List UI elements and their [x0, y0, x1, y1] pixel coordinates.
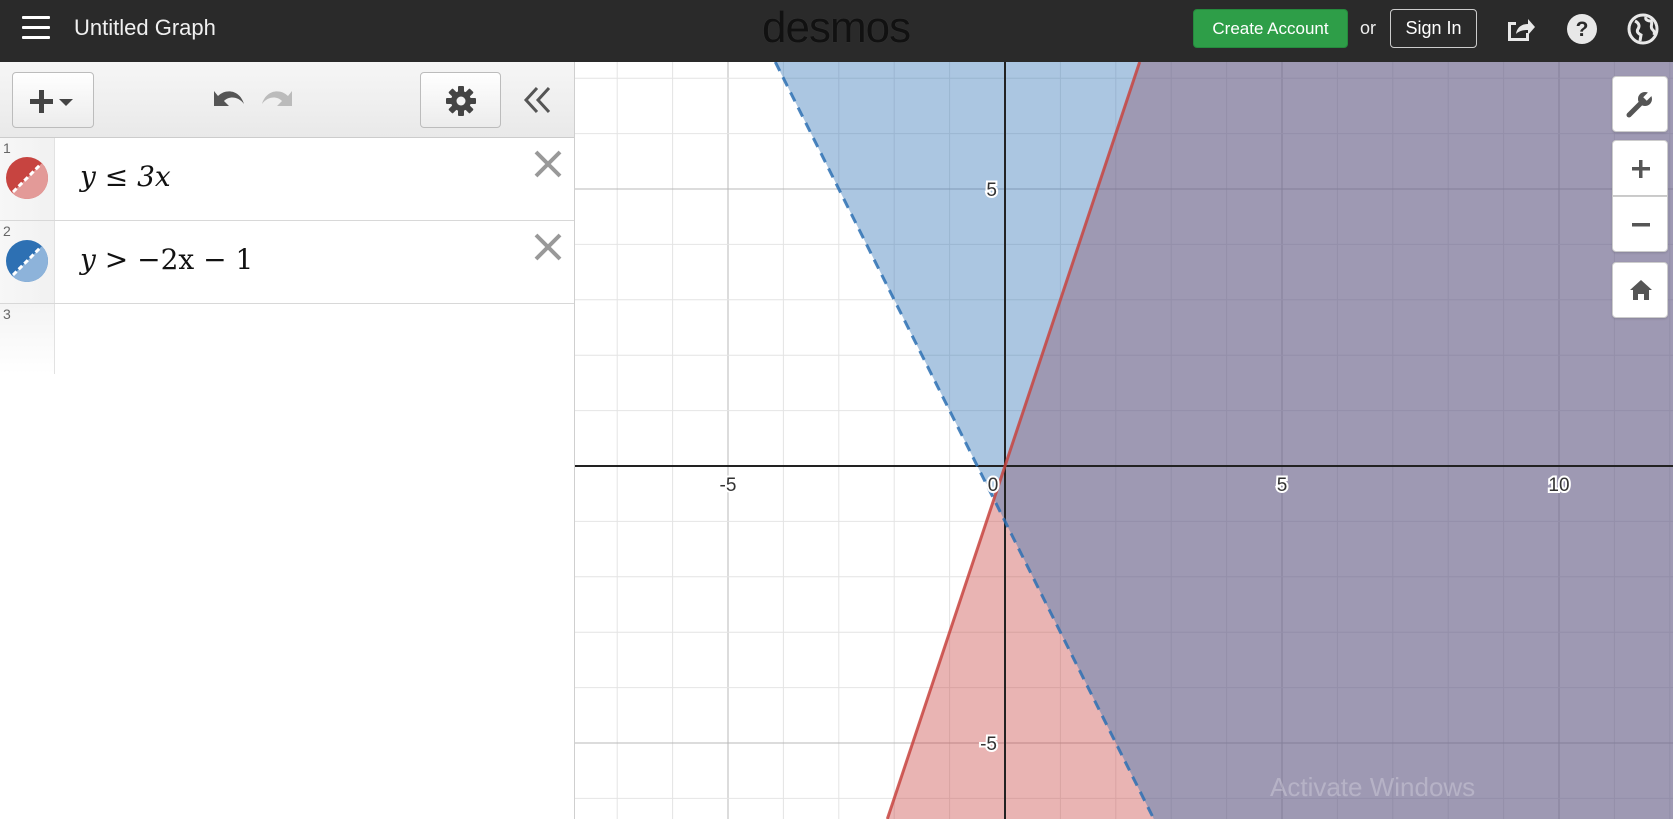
double-chevron-left-icon[interactable] [522, 84, 554, 116]
redo-icon[interactable] [258, 82, 298, 118]
or-label: or [1360, 18, 1377, 38]
plus-dropdown-icon [30, 90, 73, 113]
desmos-app: Untitled Graph desmos Create Account or … [0, 0, 1673, 819]
x-tick-label: -5 [720, 475, 737, 496]
settings-button[interactable] [420, 72, 501, 128]
minus-icon [1632, 223, 1650, 227]
zoom-out-button[interactable] [1612, 196, 1668, 252]
share-icon[interactable] [1502, 12, 1536, 46]
desmos-logo: desmos [762, 3, 911, 52]
x-tick-label: 0 [988, 475, 999, 496]
expr-rhs: −2x − 1 [137, 243, 254, 276]
top-bar: Untitled Graph desmos Create Account or … [0, 0, 1673, 62]
plus-icon [1632, 160, 1650, 178]
home-zoom-button[interactable] [1612, 262, 1668, 318]
expression-gutter: 2 [0, 221, 55, 303]
hamburger-icon[interactable] [20, 14, 52, 42]
expression-row[interactable]: 2 y > −2x − 1 [0, 221, 574, 304]
expression-number: 1 [3, 140, 11, 156]
gear-icon [446, 86, 476, 116]
y-tick-label: 5 [986, 180, 997, 201]
graph-title[interactable]: Untitled Graph [74, 15, 216, 41]
undo-icon[interactable] [208, 82, 248, 118]
expression-math[interactable]: y ≤ 3x [80, 160, 171, 193]
expression-gutter: 1 [0, 138, 55, 220]
add-item-button[interactable] [12, 72, 94, 128]
color-style-icon[interactable] [5, 239, 49, 283]
close-icon[interactable] [532, 148, 564, 180]
expr-operator: > [104, 243, 129, 276]
inequality-region-blue [775, 62, 1673, 819]
x-tick-label: 5 [1277, 475, 1288, 496]
x-tick-label: 10 [1548, 475, 1569, 496]
expression-math[interactable]: y > −2x − 1 [80, 243, 253, 276]
activate-windows-watermark: Activate Windows [1270, 772, 1476, 802]
color-style-icon[interactable] [5, 156, 49, 200]
expression-gutter: 3 [0, 304, 55, 374]
y-tick-label: -5 [980, 734, 997, 755]
globe-icon[interactable] [1626, 12, 1660, 46]
sign-in-button[interactable]: Sign In [1390, 9, 1477, 48]
expression-row-empty[interactable]: 3 [0, 304, 574, 374]
expr-lhs: y [80, 160, 96, 193]
expr-operator: ≤ [104, 160, 129, 193]
expr-rhs: 3x [137, 160, 171, 193]
graph-canvas[interactable]: -5 0 5 10 5 -5 [575, 62, 1673, 819]
expression-row[interactable]: 1 y ≤ 3x [0, 138, 574, 221]
zoom-in-button[interactable] [1612, 140, 1668, 196]
expression-toolbar [0, 62, 574, 138]
graph-paper[interactable]: -5 0 5 10 5 -5 [575, 62, 1673, 819]
expr-lhs: y [80, 243, 96, 276]
expression-panel: 1 y ≤ 3x 2 y > −2x − 1 3 [0, 62, 575, 819]
close-icon[interactable] [532, 231, 564, 263]
graph-settings-button[interactable] [1612, 76, 1668, 132]
expression-number: 3 [3, 306, 11, 322]
help-icon[interactable]: ? [1565, 12, 1599, 46]
home-icon [1630, 280, 1652, 300]
wrench-icon [1626, 89, 1655, 118]
create-account-button[interactable]: Create Account [1193, 9, 1348, 48]
expression-number: 2 [3, 223, 11, 239]
svg-text:?: ? [1576, 18, 1589, 41]
